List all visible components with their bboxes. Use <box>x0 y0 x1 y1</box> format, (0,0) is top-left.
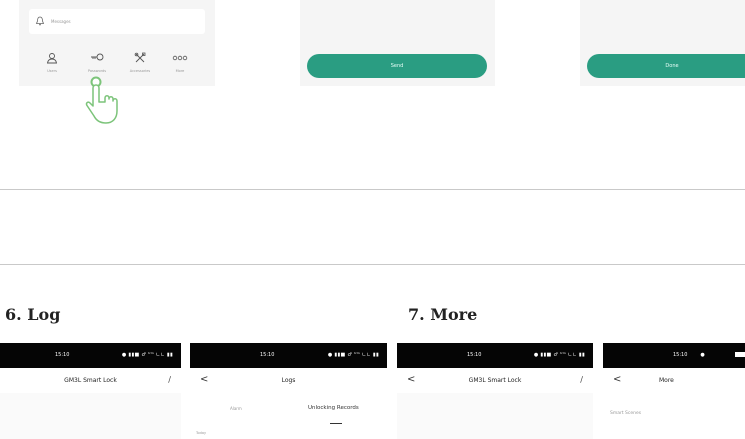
status-time: 15:10 <box>673 352 688 358</box>
tab-underline <box>330 423 342 424</box>
divider-top <box>0 189 745 190</box>
tools-icon <box>134 52 146 63</box>
phone-screen-more: 15:10 ● < More Smart Scenes <box>603 343 745 439</box>
back-icon[interactable]: < <box>613 374 621 385</box>
notification-bar[interactable]: Messages <box>29 9 205 34</box>
phone-screen-logs: 15:10 ● ▮▮■ ♂ ᵁᵐ ∟∟ ▮▮ < Logs Alarm Unlo… <box>190 343 387 439</box>
log-date: Today <box>196 431 207 435</box>
status-icons: ● ▮▮■ ♂ ᵁᵐ ∟∟ ▮▮ <box>327 352 379 358</box>
nav-label: Passwords <box>87 69 107 73</box>
logs-content: Alarm Unlocking Records Today <box>190 393 387 439</box>
app-bar: GM3L Smart Lock ∕ <box>0 368 181 393</box>
key-icon <box>91 53 104 61</box>
send-button[interactable]: Send <box>307 54 487 78</box>
done-button[interactable]: Done <box>587 54 745 78</box>
status-icons: ● ▮▮■ ♂ ᵁᵐ ∟∟ ▮▮ <box>121 352 173 358</box>
status-icons-cut <box>735 352 745 357</box>
app-bar: < More <box>603 368 745 393</box>
status-icons: ● <box>700 352 705 358</box>
more-icon <box>172 55 188 61</box>
tab-unlocking-records[interactable]: Unlocking Records <box>308 405 359 411</box>
list-item-smart-scenes[interactable]: Smart Scenes <box>610 411 641 416</box>
status-bar: 15:10 ● ▮▮■ ♂ ᵁᵐ ∟∟ ▮▮ <box>397 343 593 368</box>
divider-bottom <box>0 264 745 265</box>
status-bar: 15:10 ● <box>603 343 745 368</box>
section-heading-more: 7. More <box>408 305 478 324</box>
lock-home-card: Messages Users Passwords Accessories Mor… <box>19 0 215 86</box>
page-title: GM3L Smart Lock <box>64 377 117 384</box>
bell-icon <box>35 16 45 26</box>
status-time: 15:10 <box>55 352 70 358</box>
nav-label: Accessories <box>129 69 151 73</box>
status-icons: ● ▮▮■ ♂ ᵁᵐ ∟∟ ▮▮ <box>533 352 585 358</box>
phone-screen-lock-1: 15:10 ● ▮▮■ ♂ ᵁᵐ ∟∟ ▮▮ GM3L Smart Lock ∕ <box>0 343 181 439</box>
phone-screen-lock-2: 15:10 ● ▮▮■ ♂ ᵁᵐ ∟∟ ▮▮ < GM3L Smart Lock… <box>397 343 593 439</box>
nav-label: More <box>175 69 185 73</box>
app-bar: < Logs <box>190 368 387 393</box>
page-title: GM3L Smart Lock <box>468 377 522 384</box>
nav-label: Users <box>47 69 57 73</box>
user-icon <box>46 53 58 64</box>
nav-item-users[interactable]: Users <box>37 51 67 75</box>
edit-icon[interactable]: ∕ <box>168 375 171 384</box>
nav-item-accessories[interactable]: Accessories <box>122 51 158 75</box>
tab-alarm[interactable]: Alarm <box>230 406 242 411</box>
status-time: 15:10 <box>467 352 482 358</box>
nav-item-more[interactable]: More <box>165 51 195 75</box>
page-title: Logs <box>281 377 296 384</box>
more-list: Smart Scenes <box>603 393 745 439</box>
section-heading-log: 6. Log <box>5 305 61 324</box>
notification-label: Messages <box>51 19 71 24</box>
nav-item-passwords[interactable]: Passwords <box>82 51 112 75</box>
pointing-hand-icon <box>85 76 118 124</box>
status-time: 15:10 <box>260 352 275 358</box>
status-bar: 15:10 ● ▮▮■ ♂ ᵁᵐ ∟∟ ▮▮ <box>0 343 181 368</box>
page-title: More <box>659 377 674 384</box>
edit-icon[interactable]: ∕ <box>580 375 583 384</box>
status-bar: 15:10 ● ▮▮■ ♂ ᵁᵐ ∟∟ ▮▮ <box>190 343 387 368</box>
app-bar: < GM3L Smart Lock ∕ <box>397 368 593 393</box>
